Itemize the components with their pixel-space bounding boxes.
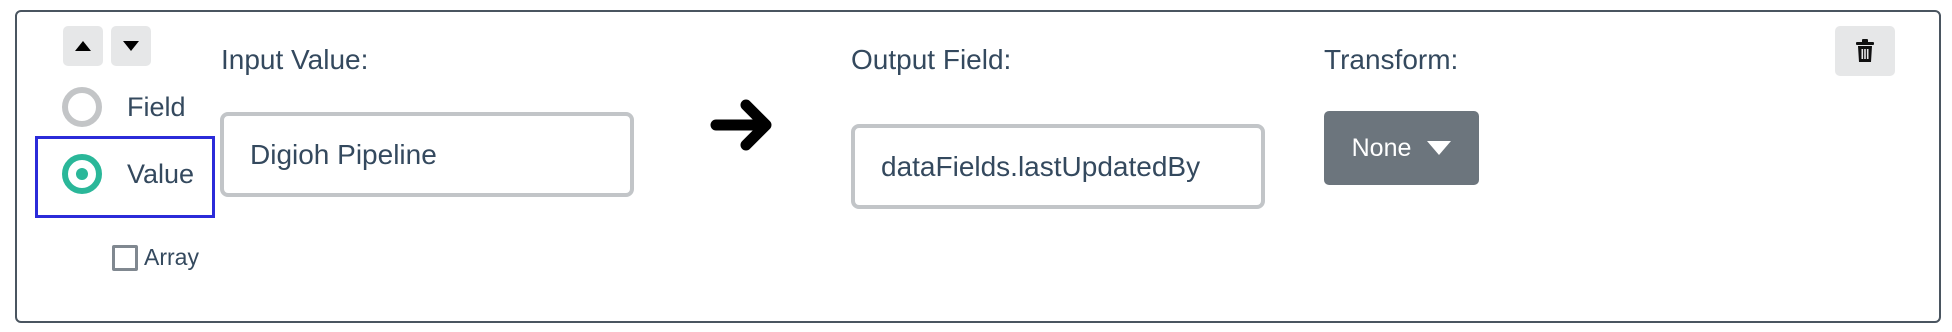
- move-up-button[interactable]: [63, 26, 103, 66]
- trash-icon: [1856, 39, 1874, 62]
- caret-down-icon: [123, 41, 139, 51]
- radio-unchecked-icon[interactable]: [62, 87, 102, 127]
- output-field-input[interactable]: [851, 124, 1265, 209]
- source-type-field-radio[interactable]: Field: [62, 87, 186, 127]
- arrow-right-icon: [710, 99, 772, 151]
- input-value-field[interactable]: [220, 112, 634, 197]
- source-type-field-label: Field: [127, 91, 186, 122]
- caret-up-icon: [75, 41, 91, 51]
- caret-down-icon: [1427, 141, 1452, 155]
- output-field-label: Output Field:: [851, 44, 1012, 75]
- transform-selected-value: None: [1351, 133, 1412, 162]
- array-label: Array: [144, 244, 199, 270]
- source-type-value-label: Value: [127, 158, 195, 189]
- move-down-button[interactable]: [111, 26, 151, 66]
- array-checkbox-row[interactable]: Array: [112, 244, 199, 271]
- array-checkbox[interactable]: [112, 244, 138, 271]
- radio-checked-icon[interactable]: [62, 154, 102, 194]
- transform-dropdown[interactable]: None: [1324, 111, 1479, 185]
- source-type-value-radio[interactable]: Value: [62, 154, 194, 194]
- transform-label: Transform:: [1324, 44, 1459, 75]
- input-value-label: Input Value:: [221, 44, 369, 75]
- delete-button[interactable]: [1835, 26, 1895, 76]
